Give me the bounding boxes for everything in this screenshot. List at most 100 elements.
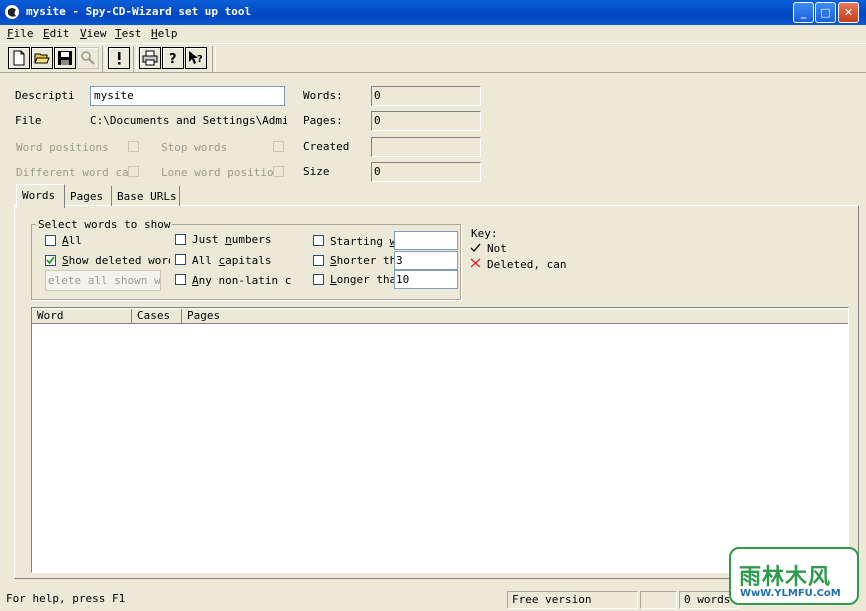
- show-deleted-words-label: Show deleted words: [62, 254, 170, 267]
- app-icon: [5, 5, 19, 19]
- starting-with-field[interactable]: [394, 231, 458, 250]
- key-title: Key:: [471, 227, 498, 240]
- any-non-latin-label: Any non-latin ch: [192, 274, 292, 287]
- watermark-url: WwW.YLMFU.CoM: [740, 588, 841, 599]
- status-version: Free version: [507, 591, 638, 609]
- status-help-text: For help, press F1: [6, 592, 126, 605]
- close-button[interactable]: ✕: [838, 2, 859, 23]
- just-numbers-label: Just numbers: [192, 233, 272, 246]
- window-title: mysite - Spy-CD-Wizard set up tool: [26, 5, 252, 18]
- menu-help-accel: H: [151, 27, 158, 40]
- shorter-than-text: horter tha: [336, 254, 394, 267]
- menu-help[interactable]: Help: [151, 27, 178, 40]
- all-capitals-checkbox[interactable]: [175, 254, 186, 265]
- menu-file[interactable]: File: [7, 27, 34, 40]
- stop-words-label: Stop words: [161, 141, 228, 154]
- maximize-icon: □: [820, 6, 831, 19]
- longer-than-text: onger than: [336, 273, 394, 286]
- starting-with-pre: Starting: [330, 235, 390, 248]
- watermark-title: 雨林木风: [739, 565, 832, 590]
- help-button[interactable]: ?: [162, 47, 184, 69]
- tab-base-urls[interactable]: Base URLs: [112, 186, 180, 206]
- size-field: 0: [371, 162, 481, 182]
- longer-than-field[interactable]: 10: [394, 270, 458, 289]
- any-non-latin-accel: A: [192, 274, 199, 287]
- menu-view[interactable]: View: [80, 27, 107, 40]
- menu-test-label: est: [121, 27, 142, 40]
- shorter-than-field[interactable]: 3: [394, 251, 458, 270]
- context-help-button[interactable]: ?: [185, 47, 207, 69]
- print-icon: [142, 50, 158, 66]
- exclamation-icon: [118, 52, 121, 65]
- starting-with-checkbox[interactable]: [313, 235, 324, 246]
- all-accel: A: [62, 234, 69, 247]
- longer-than-accel: L: [330, 273, 337, 286]
- word-positions-checkbox[interactable]: [128, 141, 139, 152]
- file-label: File: [15, 114, 42, 127]
- status-empty-panel: [640, 591, 677, 609]
- test-button[interactable]: [108, 47, 130, 69]
- cross-icon: [470, 258, 481, 268]
- just-numbers-text: umbers: [231, 233, 272, 246]
- find-icon: [81, 51, 95, 65]
- save-icon: [58, 51, 72, 65]
- lone-word-positions-label: Lone word positions: [161, 166, 273, 179]
- new-button[interactable]: [8, 47, 30, 69]
- save-button[interactable]: [54, 47, 76, 69]
- toolbar-separator: [212, 46, 216, 72]
- print-button[interactable]: [139, 47, 161, 69]
- show-deleted-accel: S: [62, 254, 69, 267]
- open-icon: [34, 53, 50, 64]
- words-list[interactable]: [31, 307, 849, 573]
- pages-count-field: 0: [371, 111, 481, 131]
- pages-label: Pages:: [303, 114, 343, 127]
- svg-text:?: ?: [197, 54, 203, 65]
- menu-view-accel: V: [80, 27, 87, 40]
- menu-edit[interactable]: Edit: [43, 27, 70, 40]
- column-header-pages[interactable]: Pages: [182, 309, 848, 324]
- word-positions-label: Word positions: [16, 141, 109, 154]
- tab-pages[interactable]: Pages: [65, 186, 112, 206]
- minimize-button[interactable]: _: [793, 2, 814, 23]
- starting-with-label: Starting w: [330, 235, 394, 248]
- lone-word-positions-checkbox[interactable]: [273, 166, 284, 177]
- key-deleted-label: Deleted, can: [487, 258, 567, 271]
- description-label: Descriptio: [15, 89, 75, 102]
- show-deleted-words-checkbox[interactable]: [45, 255, 56, 266]
- created-field: [371, 137, 481, 157]
- open-button[interactable]: [31, 47, 53, 69]
- menu-test[interactable]: Test: [115, 27, 142, 40]
- stop-words-checkbox[interactable]: [273, 141, 284, 152]
- key-not-label: Not: [487, 242, 507, 255]
- column-header-word[interactable]: Word: [32, 309, 132, 324]
- description-field[interactable]: mysite: [90, 86, 285, 106]
- check-icon: [470, 243, 481, 252]
- minimize-icon: _: [800, 6, 807, 19]
- find-button[interactable]: [77, 47, 99, 69]
- just-numbers-checkbox[interactable]: [175, 234, 186, 245]
- menu-file-accel: F: [7, 27, 14, 40]
- maximize-button[interactable]: □: [815, 2, 836, 23]
- column-header-cases[interactable]: Cases: [132, 309, 182, 324]
- new-icon: [13, 50, 25, 66]
- shorter-than-checkbox[interactable]: [313, 255, 324, 266]
- select-words-group-title: Select words to show: [36, 218, 173, 231]
- longer-than-checkbox[interactable]: [313, 274, 324, 285]
- different-word-case-checkbox[interactable]: [128, 166, 139, 177]
- different-word-case-label: Different word cas: [16, 166, 128, 179]
- all-label: All: [62, 234, 82, 247]
- show-deleted-text: how deleted words: [68, 254, 170, 267]
- menu-view-label: iew: [86, 27, 107, 40]
- all-checkbox[interactable]: [45, 235, 56, 246]
- menu-edit-accel: E: [43, 27, 50, 40]
- shorter-than-label: Shorter tha: [330, 254, 394, 267]
- any-non-latin-checkbox[interactable]: [175, 274, 186, 285]
- all-capitals-text: apitals: [225, 254, 272, 267]
- all-text: ll: [68, 234, 82, 247]
- help-icon: ?: [169, 52, 177, 66]
- delete-all-shown-words-button[interactable]: elete all shown word: [45, 270, 161, 291]
- tab-words[interactable]: Words: [16, 184, 65, 208]
- words-label: Words:: [303, 89, 343, 102]
- file-path-value: C:\Documents and Settings\Adminis: [90, 114, 287, 127]
- menu-file-label: ile: [13, 27, 34, 40]
